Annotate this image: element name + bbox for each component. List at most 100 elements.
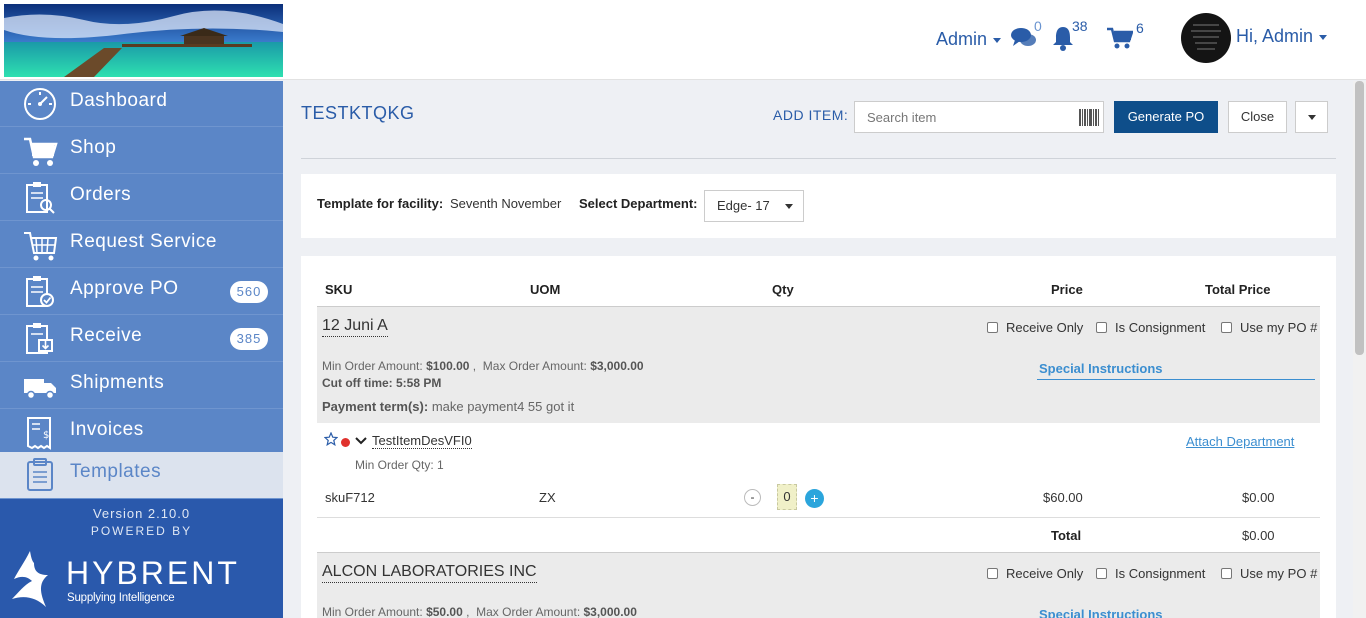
sidebar-item-shop[interactable]: Shop	[0, 128, 283, 174]
is-consignment-checkbox[interactable]: Is Consignment	[1096, 320, 1205, 335]
sidebar-item-label: Receive	[70, 325, 143, 346]
special-instructions-link[interactable]: Special Instructions	[1037, 359, 1315, 380]
avatar[interactable]	[1181, 13, 1231, 63]
sidebar-item-label: Dashboard	[70, 90, 168, 111]
use-my-po-checkbox[interactable]: Use my PO #	[1221, 566, 1317, 581]
column-header-uom: UOM	[530, 282, 561, 297]
sidebar-item-label: Shop	[70, 137, 117, 158]
cart-count: 6	[1136, 20, 1144, 36]
receive-only-checkbox[interactable]: Receive Only	[987, 566, 1083, 581]
is-consignment-checkbox[interactable]: Is Consignment	[1096, 566, 1205, 581]
user-dropdown[interactable]: Hi, Admin	[1236, 26, 1328, 47]
attach-department-link[interactable]: Attach Department	[1186, 434, 1294, 449]
invoice-icon: $	[27, 417, 51, 450]
approve-po-icon	[26, 276, 54, 307]
min-order-label: Min Order Amount:	[322, 605, 423, 618]
item-price: $60.00	[1043, 490, 1083, 505]
vendor-section: ALCON LABORATORIES INC Receive Only Is C…	[317, 552, 1320, 618]
divider	[317, 517, 1320, 518]
receive-only-checkbox[interactable]: Receive Only	[987, 320, 1083, 335]
checkbox-label: Receive Only	[1006, 566, 1084, 581]
vendor-total-label: Total	[1051, 528, 1082, 543]
sidebar-item-dashboard[interactable]: Dashboard	[0, 81, 283, 127]
department-label: Select Department:	[579, 196, 698, 211]
barcode-icon[interactable]	[1079, 109, 1099, 126]
messages-count: 0	[1034, 18, 1042, 34]
powered-by-label: POWERED BY	[90, 524, 193, 538]
sidebar-item-orders[interactable]: Orders	[0, 175, 283, 221]
star-icon[interactable]	[324, 432, 338, 446]
dashboard-icon	[24, 88, 56, 120]
sidebar-item-templates[interactable]: Templates	[0, 452, 283, 499]
qty-decrement-button[interactable]: -	[744, 489, 761, 506]
sidebar-item-invoices[interactable]: $ Invoices	[0, 410, 283, 456]
sidebar-item-shipments[interactable]: Shipments	[0, 363, 283, 409]
hybrent-bird-logo-icon	[12, 551, 48, 607]
sidebar-item-approve-po[interactable]: Approve PO 560	[0, 269, 283, 315]
approve-po-count-badge: 560	[230, 281, 268, 303]
search-item-input[interactable]	[855, 102, 1070, 132]
cutoff-time: Cut off time: 5:58 PM	[322, 376, 442, 390]
close-button[interactable]: Close	[1228, 101, 1287, 133]
max-order-value: $3,000.00	[583, 605, 637, 618]
max-order-value: $3,000.00	[590, 359, 644, 373]
table-row: TestItemDesVFI0 Attach Department Min Or…	[317, 424, 1320, 550]
sidebar-item-label: Invoices	[70, 419, 144, 440]
min-order-label: Min Order Amount:	[322, 359, 423, 373]
checkbox-label: Is Consignment	[1115, 566, 1206, 581]
max-order-label: Max Order Amount:	[482, 359, 587, 373]
caret-down-icon	[993, 37, 1002, 43]
checkbox-icon	[1096, 568, 1107, 579]
item-name[interactable]: TestItemDesVFI0	[372, 433, 472, 449]
receive-count-badge: 385	[230, 328, 268, 350]
sidebar-footer: Version 2.10.0 POWERED BY HYBRENT Supply…	[0, 499, 283, 618]
brand-tagline: Supplying Intelligence	[67, 592, 175, 604]
sidebar: Dashboard Shop Orders Request Service Ap…	[0, 81, 283, 618]
header-banner-image[interactable]	[4, 4, 283, 77]
payment-terms-line: Payment term(s): make payment4 55 got it	[322, 399, 574, 414]
checkbox-label: Use my PO #	[1240, 566, 1318, 581]
sidebar-item-label: Request Service	[70, 231, 217, 252]
checkbox-icon	[987, 568, 998, 579]
admin-menu-label: Admin	[936, 29, 988, 49]
payment-terms-label: Payment term(s):	[322, 399, 429, 414]
sidebar-item-label: Approve PO	[70, 278, 179, 299]
qty-input[interactable]: 0	[777, 484, 797, 510]
more-options-button[interactable]	[1295, 101, 1328, 133]
checkbox-icon	[1221, 568, 1232, 579]
admin-dropdown[interactable]: Admin	[936, 29, 1002, 50]
template-items-table: SKU UOM Qty Price Total Price 12 Juni A …	[301, 256, 1336, 618]
chevron-down-icon[interactable]	[355, 436, 367, 446]
truck-icon	[24, 379, 56, 400]
department-select[interactable]: Edge- 17	[704, 190, 804, 222]
item-total-price: $0.00	[1242, 490, 1275, 505]
vendor-total-value: $0.00	[1242, 528, 1275, 543]
page-scrollbar[interactable]	[1353, 81, 1366, 618]
use-my-po-checkbox[interactable]: Use my PO #	[1221, 320, 1317, 335]
sidebar-item-label: Templates	[70, 461, 162, 482]
sidebar-item-receive[interactable]: Receive 385	[0, 316, 283, 362]
order-amount-line: Min Order Amount: $50.00 , Max Order Amo…	[322, 605, 637, 618]
receive-icon	[26, 323, 53, 354]
item-sku: skuF712	[325, 490, 375, 505]
checkbox-label: Use my PO #	[1240, 320, 1318, 335]
qty-increment-button[interactable]: +	[805, 489, 824, 508]
special-instructions-link[interactable]: Special Instructions	[1037, 605, 1315, 618]
search-item-box	[854, 101, 1104, 133]
item-uom: ZX	[539, 490, 556, 505]
vendor-section: 12 Juni A Receive Only Is Consignment Us…	[317, 306, 1320, 423]
column-header-qty: Qty	[772, 282, 794, 297]
cart-icon[interactable]	[1107, 27, 1134, 54]
order-amount-line: Min Order Amount: $100.00 , Max Order Am…	[322, 359, 644, 373]
generate-po-button[interactable]: Generate PO	[1114, 101, 1218, 133]
templates-icon	[27, 458, 53, 491]
sidebar-item-request-service[interactable]: Request Service	[0, 222, 283, 268]
sidebar-item-label: Orders	[70, 184, 132, 205]
vendor-name[interactable]: 12 Juni A	[322, 316, 388, 337]
min-order-value: $100.00	[426, 359, 470, 373]
notifications-count: 38	[1072, 18, 1088, 34]
max-order-label: Max Order Amount:	[476, 605, 581, 618]
vendor-name[interactable]: ALCON LABORATORIES INC	[322, 562, 537, 583]
department-selected-value: Edge- 17	[717, 198, 770, 213]
scrollbar-thumb[interactable]	[1355, 81, 1364, 355]
